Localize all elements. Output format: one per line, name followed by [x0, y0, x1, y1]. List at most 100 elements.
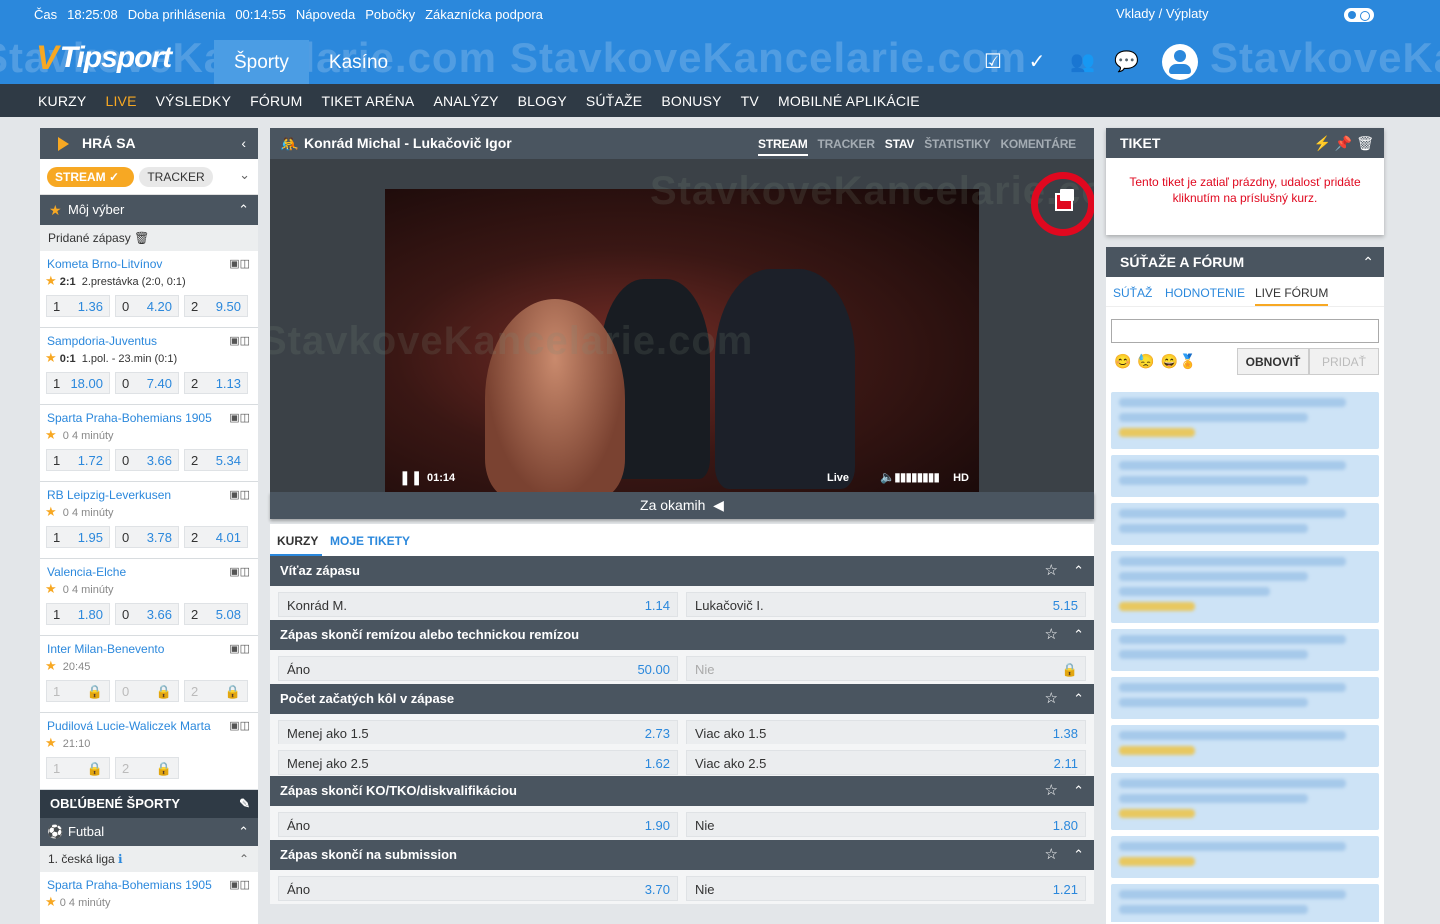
pause-icon[interactable]: ❚❚	[399, 469, 422, 486]
odd-button[interactable]: 2 🔒	[115, 757, 179, 779]
volume-icon[interactable]: 🔈▮▮▮▮▮▮▮▮	[880, 470, 940, 484]
chevron-up-icon[interactable]: ⌃	[1073, 620, 1084, 650]
refresh-button[interactable]: OBNOVIŤ	[1237, 348, 1309, 375]
market-header[interactable]: Zápas skončí KO/TKO/diskvalifikáciou ☆ ⌃	[270, 776, 1094, 806]
star-icon[interactable]: ☆	[1045, 556, 1058, 586]
checkmark-icon[interactable]: ✓	[1026, 51, 1048, 73]
hd-button[interactable]: HD	[953, 472, 969, 484]
odd-button[interactable]: Áno 50.00	[278, 656, 678, 681]
market-header[interactable]: Zápas skončí na submission ☆ ⌃	[270, 840, 1094, 870]
odd-button[interactable]: 2 🔒	[184, 680, 248, 702]
odd-button[interactable]: Nie 1.80	[686, 812, 1086, 837]
star-icon[interactable]: ★	[45, 273, 57, 288]
list-item[interactable]: Pudilová Lucie-Waliczek Marta ▣◫ ★ 21:10…	[40, 713, 258, 790]
star-icon[interactable]: ☆	[1045, 684, 1058, 714]
star-icon[interactable]: ☆	[1045, 620, 1058, 650]
star-icon[interactable]: ☆	[1045, 776, 1058, 806]
odd-button[interactable]: 0 7.40	[115, 372, 179, 394]
football-header[interactable]: Futbal⌃	[40, 818, 258, 846]
market-header[interactable]: Zápas skončí remízou alebo technickou re…	[270, 620, 1094, 650]
star-icon[interactable]: ☆	[1045, 840, 1058, 870]
theme-toggle[interactable]	[1344, 8, 1374, 22]
tab-kurzy[interactable]: KURZY	[277, 534, 318, 548]
odd-button[interactable]: Viac ako 1.5 1.38	[686, 720, 1086, 745]
odd-button[interactable]: 1 1.80	[46, 603, 110, 625]
subnav-tv[interactable]: TV	[741, 93, 759, 109]
contests-header[interactable]: SÚŤAŽE A FÓRUM ⌃	[1106, 247, 1384, 277]
odd-button[interactable]: 0 4.20	[115, 295, 179, 317]
star-icon[interactable]: ★	[45, 427, 57, 442]
my-selection-header[interactable]: Môj výber⌃	[40, 195, 258, 225]
list-item[interactable]: RB Leipzig-Leverkusen ▣◫ ★ 0 4 minúty 11…	[40, 482, 258, 559]
market-header[interactable]: Víťaz zápasu ☆ ⌃	[270, 556, 1094, 586]
ticket-actions-icon[interactable]: ⚡ 📌 🗑	[1314, 128, 1374, 158]
tab-stream[interactable]: STREAM	[758, 137, 808, 156]
video-player[interactable]: StavkoveKancelarie.com StavkoveKancelari…	[270, 159, 1094, 492]
market-header[interactable]: Počet začatých kôl v zápase ☆ ⌃	[270, 684, 1094, 714]
nav-casino[interactable]: Kasíno	[309, 40, 408, 84]
list-item[interactable]: Kometa Brno-Litvínov ▣◫ ★ 2:1 2.prestávk…	[40, 251, 258, 328]
chevron-up-icon[interactable]: ⌃	[1073, 556, 1084, 586]
tab-statistiky[interactable]: ŠTATISTIKY	[924, 137, 990, 151]
odd-button[interactable]: 2 9.50	[184, 295, 248, 317]
odd-button[interactable]: 0 3.78	[115, 526, 179, 548]
user-avatar-icon[interactable]	[1162, 44, 1198, 80]
match-name[interactable]: Kometa Brno-Litvínov	[47, 257, 162, 271]
forum-message-input[interactable]	[1111, 319, 1379, 343]
subnav-mobile-apps[interactable]: MOBILNÉ APLIKÁCIE	[778, 93, 920, 109]
star-icon[interactable]: ★	[45, 581, 57, 596]
odd-button[interactable]: 0 🔒	[115, 680, 179, 702]
chevron-up-icon[interactable]: ⌃	[1073, 840, 1084, 870]
odd-button[interactable]: 1 🔒	[46, 757, 110, 779]
branches-link[interactable]: Pobočky	[365, 7, 415, 22]
odd-button[interactable]: Áno 1.90	[278, 812, 678, 837]
tipsport-logo[interactable]: V Tipsport	[36, 39, 172, 77]
trash-icon[interactable]: 🗑	[134, 231, 149, 245]
subnav-sutaze[interactable]: SÚŤAŽE	[586, 93, 642, 109]
odd-button[interactable]: 0 3.66	[115, 449, 179, 471]
odd-button[interactable]: Viac ako 2.5 2.11	[686, 750, 1086, 775]
match-name[interactable]: Sampdoria-Juventus	[47, 334, 157, 348]
odd-button[interactable]: 1 🔒	[46, 680, 110, 702]
chevron-up-icon[interactable]: ⌃	[238, 818, 249, 846]
odd-button[interactable]: Nie 🔒	[686, 656, 1086, 681]
edit-icon[interactable]: ✎	[239, 790, 250, 818]
match-name[interactable]: Pudilová Lucie-Waliczek Marta	[47, 719, 211, 733]
tab-sutaz[interactable]: SÚŤAŽ	[1113, 286, 1152, 300]
tickets-icon[interactable]: ☑	[982, 51, 1004, 73]
tab-tracker[interactable]: TRACKER	[818, 137, 875, 151]
odd-button[interactable]: Nie 1.21	[686, 876, 1086, 901]
odd-button[interactable]: 1 1.72	[46, 449, 110, 471]
subnav-kurzy[interactable]: KURZY	[38, 93, 86, 109]
popout-highlight[interactable]	[1031, 172, 1094, 236]
now-playing-header[interactable]: HRÁ SA ‹	[40, 128, 258, 159]
chevron-up-icon[interactable]: ⌃	[239, 846, 249, 872]
chevron-down-icon[interactable]: ⌄	[239, 167, 250, 183]
subnav-blogy[interactable]: BLOGY	[518, 93, 567, 109]
support-link[interactable]: Zákaznícka podpora	[425, 7, 543, 22]
odd-button[interactable]: 1 1.95	[46, 526, 110, 548]
list-item[interactable]: Inter Milan-Benevento ▣◫ ★ 20:45 1 🔒 0 🔒 2 🔒	[40, 636, 258, 713]
star-icon[interactable]: ★	[45, 504, 57, 519]
star-icon[interactable]: ★	[45, 735, 57, 750]
match-name[interactable]: RB Leipzig-Leverkusen	[47, 488, 171, 502]
list-item[interactable]: Sparta Praha-Bohemians 1905 ▣◫ ★ 0 4 min…	[40, 405, 258, 482]
match-name[interactable]: Sparta Praha-Bohemians 1905	[47, 878, 212, 892]
subnav-bonusy[interactable]: BONUSY	[661, 93, 721, 109]
chevron-up-icon[interactable]: ⌃	[1362, 247, 1374, 277]
match-name[interactable]: Sparta Praha-Bohemians 1905	[47, 411, 212, 425]
list-item[interactable]: Sampdoria-Juventus ▣◫ ★ 0:1 1.pol. - 23.…	[40, 328, 258, 405]
chevron-up-icon[interactable]: ⌃	[238, 195, 249, 225]
list-item[interactable]: Sparta Praha-Bohemians 1905 ▣◫ ★ 0 4 min…	[40, 872, 258, 924]
odd-button[interactable]: Menej ako 2.5 1.62	[278, 750, 678, 775]
tab-stav[interactable]: STAV	[885, 137, 915, 151]
subnav-vysledky[interactable]: VÝSLEDKY	[156, 93, 232, 109]
odd-button[interactable]: Áno 3.70	[278, 876, 678, 901]
tab-live-forum[interactable]: LIVE FÓRUM	[1255, 286, 1329, 306]
coming-soon-bar[interactable]: Za okamih ◀	[270, 492, 1094, 519]
nav-sports[interactable]: Športy	[214, 40, 309, 84]
star-icon[interactable]: ★	[45, 350, 57, 365]
tab-moje-tikety[interactable]: MOJE TIKETY	[330, 534, 410, 548]
chevron-up-icon[interactable]: ⌃	[1073, 684, 1084, 714]
chat-icon[interactable]: 💬	[1114, 51, 1139, 73]
